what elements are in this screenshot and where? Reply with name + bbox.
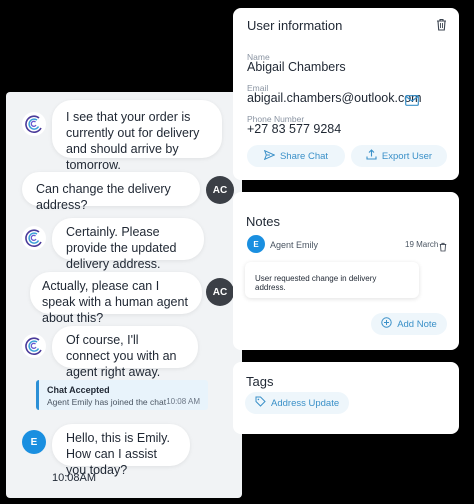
bot-message: Certainly. Please provide the updated de… bbox=[52, 218, 204, 271]
agent-avatar: E bbox=[22, 430, 46, 454]
tags-card: Tags Address Update bbox=[233, 362, 459, 434]
bot-message: Of course, I'll connect you with an agen… bbox=[52, 326, 198, 379]
user-message: Can change the delivery address? bbox=[22, 172, 200, 212]
bot-logo-icon bbox=[22, 334, 46, 358]
note-author: Agent Emily bbox=[270, 240, 319, 250]
user-avatar: AC bbox=[206, 278, 234, 306]
user-info-card: User information Name Abigail Chambers E… bbox=[233, 8, 459, 180]
plus-circle-icon bbox=[381, 317, 392, 331]
tag-label: Address Update bbox=[271, 397, 340, 409]
user-message: Actually, please can I speak with a huma… bbox=[30, 272, 202, 325]
user-info-title: User information bbox=[247, 18, 343, 33]
note-date: 19 March bbox=[405, 240, 439, 249]
chat-accepted-card: Chat Accepted Agent Emily has joined the… bbox=[36, 380, 208, 410]
bot-logo-icon bbox=[22, 112, 46, 136]
export-user-button[interactable]: Export User bbox=[351, 145, 447, 167]
export-user-label: Export User bbox=[381, 150, 433, 162]
bot-logo-icon bbox=[22, 226, 46, 250]
note-text: User requested change in delivery addres… bbox=[245, 262, 419, 298]
chat-panel: I see that your order is currently out f… bbox=[6, 92, 242, 498]
system-time: 10:08 AM bbox=[166, 397, 200, 406]
notes-card: Notes E Agent Emily 19 March User reques… bbox=[233, 192, 459, 350]
user-name: Abigail Chambers bbox=[247, 60, 346, 74]
user-avatar: AC bbox=[206, 176, 234, 204]
user-email: abigail.chambers@outlook.com bbox=[247, 91, 422, 105]
trash-icon[interactable] bbox=[436, 18, 447, 36]
bot-message: I see that your order is currently out f… bbox=[52, 100, 222, 172]
system-title: Chat Accepted bbox=[47, 385, 110, 395]
message-timestamp: 10:08AM bbox=[52, 472, 97, 484]
agent-message: Hello, this is Emily. How can I assist y… bbox=[52, 424, 190, 477]
note-author-avatar: E bbox=[247, 235, 265, 253]
add-note-button[interactable]: Add Note bbox=[371, 313, 447, 335]
share-chat-label: Share Chat bbox=[279, 150, 329, 162]
send-icon bbox=[263, 149, 276, 163]
tags-title: Tags bbox=[246, 374, 274, 389]
tag-chip[interactable]: Address Update bbox=[245, 392, 350, 414]
share-chat-button[interactable]: Share Chat bbox=[247, 145, 345, 167]
tag-icon bbox=[255, 396, 266, 410]
upload-icon bbox=[366, 149, 377, 163]
add-note-label: Add Note bbox=[397, 318, 437, 330]
notes-title: Notes bbox=[246, 214, 280, 229]
user-phone: +27 83 577 9284 bbox=[247, 122, 342, 136]
trash-icon[interactable] bbox=[439, 239, 447, 257]
mail-icon[interactable] bbox=[405, 93, 419, 111]
